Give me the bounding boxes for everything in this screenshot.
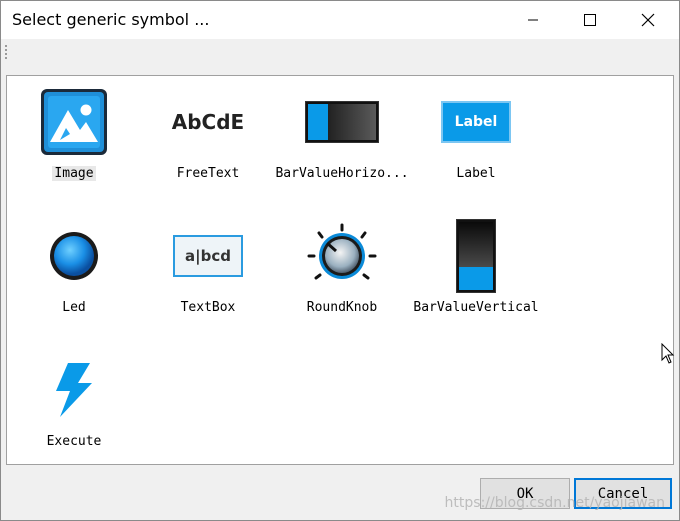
- symbol-bar-value-vertical[interactable]: BarValueVertical: [409, 218, 543, 328]
- symbol-label: Image: [52, 166, 96, 181]
- symbol-label: TextBox: [180, 300, 236, 315]
- led-icon: [50, 232, 98, 280]
- symbol-label: RoundKnob: [306, 300, 378, 315]
- symbol-label-widget[interactable]: Label Label: [409, 84, 543, 194]
- image-icon: [41, 89, 107, 155]
- round-knob-icon: [307, 223, 377, 280]
- toolbar-grip[interactable]: [4, 45, 8, 61]
- watermark: https://blog.csdn.net/yaojiawan: [444, 495, 665, 511]
- symbol-label: FreeText: [176, 166, 240, 181]
- window-title: Select generic symbol ...: [12, 10, 210, 29]
- close-button[interactable]: [625, 1, 671, 39]
- select-symbol-dialog: Select generic symbol ... Image AbCdE Fr…: [0, 0, 680, 521]
- maximize-icon: [584, 14, 596, 26]
- symbol-label: Label: [456, 166, 496, 181]
- execute-icon: [56, 363, 92, 417]
- label-icon: Label: [441, 101, 511, 143]
- symbol-label: Led: [62, 300, 86, 315]
- symbol-execute[interactable]: Execute: [7, 352, 141, 462]
- symbol-round-knob[interactable]: RoundKnob: [275, 218, 409, 328]
- symbol-label: BarValueHorizo...: [275, 166, 409, 181]
- symbol-list: Image AbCdE FreeText BarValueHorizo... L…: [6, 75, 674, 465]
- free-text-icon: AbCdE: [171, 110, 245, 134]
- title-bar: Select generic symbol ...: [1, 1, 679, 39]
- bar-value-vertical-icon: [456, 219, 496, 293]
- minimize-button[interactable]: [510, 1, 556, 39]
- symbol-free-text[interactable]: AbCdE FreeText: [141, 84, 275, 194]
- mouse-cursor-icon: [661, 343, 675, 364]
- minimize-icon: [528, 19, 538, 21]
- close-icon: [641, 13, 655, 27]
- symbol-textbox[interactable]: a|bcd TextBox: [141, 218, 275, 328]
- symbol-image[interactable]: Image: [7, 84, 141, 194]
- symbol-bar-value-horizontal[interactable]: BarValueHorizo...: [275, 84, 409, 194]
- symbol-label: Execute: [46, 434, 102, 449]
- bar-value-horizontal-icon: [305, 101, 379, 143]
- symbol-led[interactable]: Led: [7, 218, 141, 328]
- symbol-label: BarValueVertical: [413, 300, 539, 315]
- textbox-icon: a|bcd: [173, 235, 243, 277]
- maximize-button[interactable]: [567, 1, 613, 39]
